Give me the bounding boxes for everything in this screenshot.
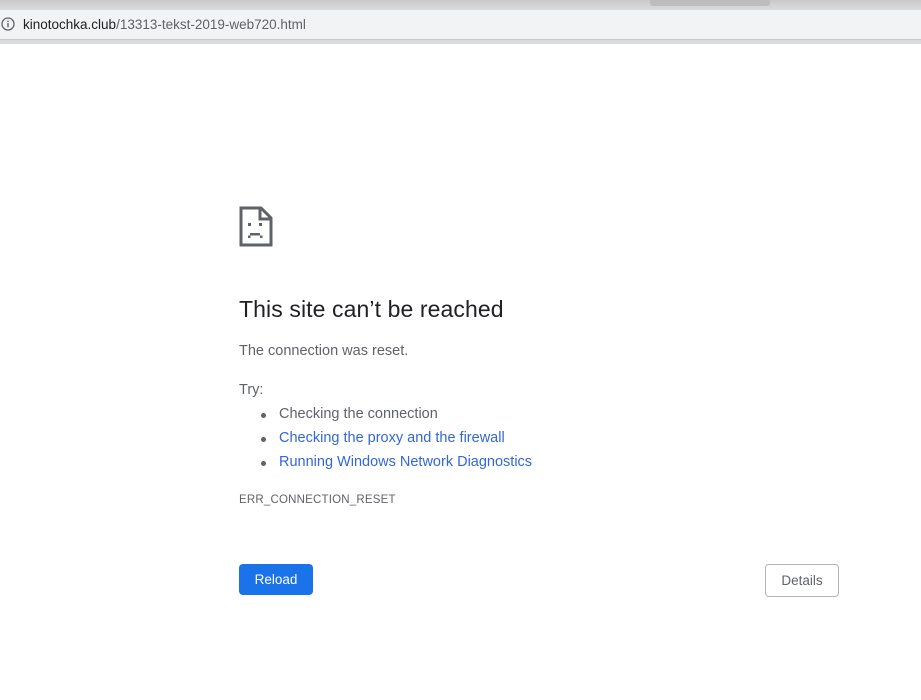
sad-page-icon bbox=[239, 206, 273, 247]
url-host: kinotochka.club bbox=[23, 17, 117, 32]
address-bar[interactable]: kinotochka.club/13313-tekst-2019-web720.… bbox=[0, 10, 921, 40]
browser-top-strip bbox=[0, 0, 921, 10]
error-headline: This site can’t be reached bbox=[239, 296, 504, 322]
suggestion-check-proxy-link[interactable]: Checking the proxy and the firewall bbox=[261, 430, 505, 446]
suggestion-check-connection: Checking the connection bbox=[261, 406, 438, 422]
suggestion-text[interactable]: Checking the proxy and the firewall bbox=[279, 430, 505, 446]
toolbar-divider bbox=[0, 40, 921, 44]
tab-strip-hint bbox=[650, 0, 770, 6]
suggestion-text[interactable]: Running Windows Network Diagnostics bbox=[279, 454, 532, 470]
error-summary: The connection was reset. bbox=[239, 343, 409, 359]
error-code: ERR_CONNECTION_RESET bbox=[239, 494, 396, 506]
url-path: /13313-tekst-2019-web720.html bbox=[116, 17, 306, 32]
suggestion-text: Checking the connection bbox=[279, 406, 438, 422]
bullet bbox=[261, 413, 266, 418]
url-text[interactable]: kinotochka.club/13313-tekst-2019-web720.… bbox=[23, 16, 306, 34]
details-button[interactable]: Details bbox=[765, 564, 839, 597]
bullet bbox=[261, 461, 266, 466]
suggestion-network-diagnostics-link[interactable]: Running Windows Network Diagnostics bbox=[261, 454, 532, 470]
try-label: Try: bbox=[239, 382, 264, 398]
reload-button[interactable]: Reload bbox=[239, 564, 313, 595]
bullet bbox=[261, 437, 266, 442]
info-circle-icon[interactable] bbox=[1, 17, 15, 31]
